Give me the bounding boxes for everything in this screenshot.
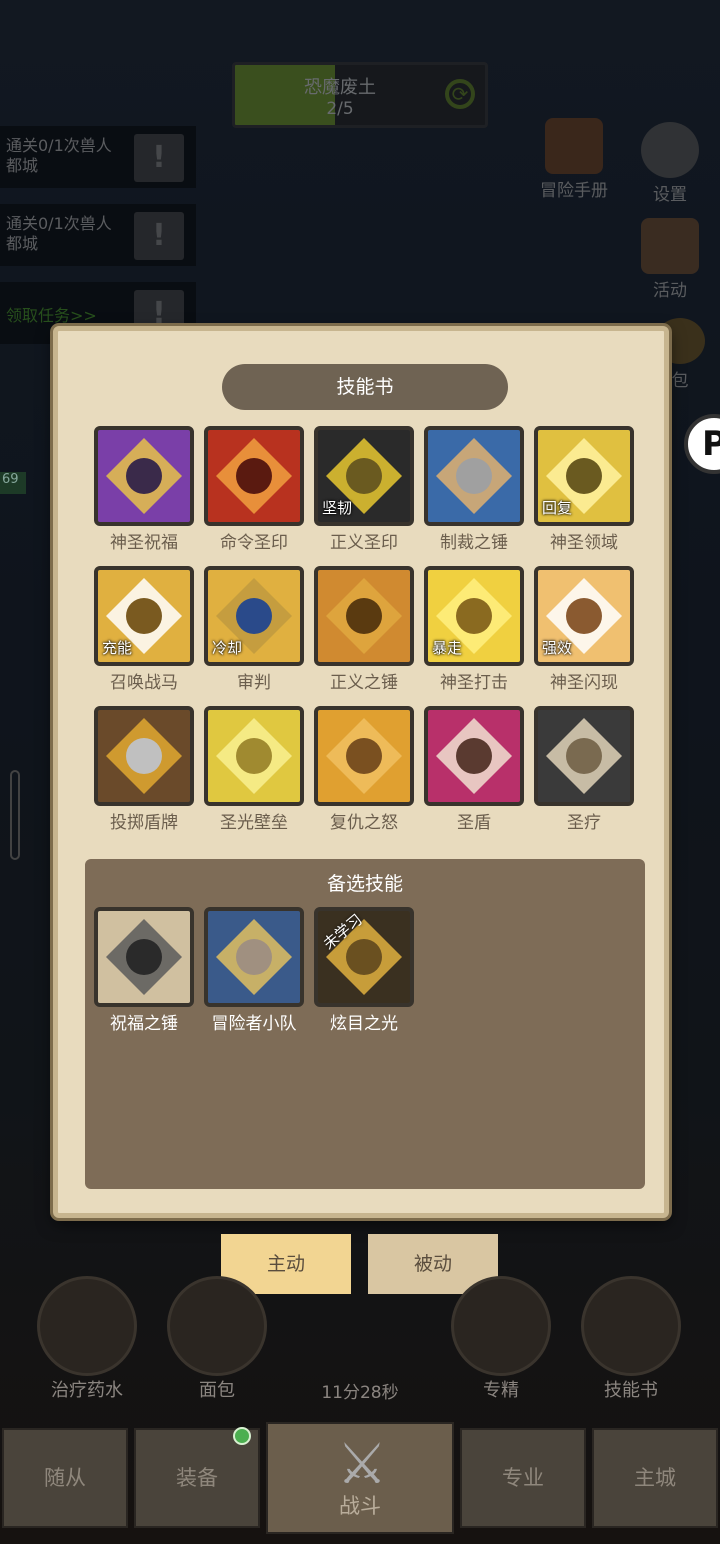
skill-name: 正义之锤 bbox=[330, 673, 398, 693]
skill-name: 正义圣印 bbox=[330, 533, 398, 553]
alternate-skills-panel: 备选技能 祝福之锤 冒险者小队 未学习炫目之光 bbox=[85, 859, 645, 1189]
skill-name: 命令圣印 bbox=[220, 533, 288, 553]
skill-icon[interactable] bbox=[534, 706, 634, 806]
skill-card[interactable]: 复仇之怒 bbox=[314, 706, 414, 833]
skill-name: 神圣闪现 bbox=[550, 673, 618, 693]
skill-icon[interactable] bbox=[94, 706, 194, 806]
skill-name: 冒险者小队 bbox=[211, 1014, 297, 1034]
skillbook-modal: 技能书 神圣祝福 命令圣印 坚韧 正义圣印 制裁之锤 回复 神圣领域 充能 召唤战马 冷却 审判 正义… bbox=[53, 326, 669, 1218]
bread-label: 面包 bbox=[199, 1380, 235, 1401]
specialize-label: 专精 bbox=[483, 1380, 519, 1401]
skill-icon[interactable]: 回复 bbox=[534, 426, 634, 526]
skill-modifier-label: 暴走 bbox=[432, 639, 463, 657]
skill-name: 制裁之锤 bbox=[440, 533, 508, 553]
skill-name: 祝福之锤 bbox=[110, 1014, 178, 1034]
skill-name: 圣光壁垒 bbox=[220, 813, 288, 833]
skill-modifier-label: 强效 bbox=[542, 639, 573, 657]
skill-name: 圣疗 bbox=[567, 813, 601, 833]
skill-card[interactable]: 回复神圣领域 bbox=[534, 426, 634, 553]
skill-icon[interactable] bbox=[314, 566, 414, 666]
skill-icon[interactable]: 冷却 bbox=[204, 566, 304, 666]
skill-icon[interactable] bbox=[204, 706, 304, 806]
skill-card[interactable]: 正义之锤 bbox=[314, 566, 414, 693]
book-icon bbox=[581, 1276, 681, 1376]
skill-icon[interactable] bbox=[94, 907, 194, 1007]
skill-modifier-label: 冷却 bbox=[212, 639, 243, 657]
skill-name: 召唤战马 bbox=[110, 673, 178, 693]
skill-modifier-label: 充能 bbox=[102, 639, 133, 657]
skill-icon[interactable]: 暴走 bbox=[424, 566, 524, 666]
potion-button[interactable]: 治疗药水 bbox=[32, 1276, 142, 1402]
nav-battle[interactable]: ⚔ 战斗 bbox=[266, 1422, 454, 1534]
chest-timer: 11分28秒 bbox=[321, 1383, 399, 1403]
skill-icon[interactable]: 坚韧 bbox=[314, 426, 414, 526]
skill-name: 审判 bbox=[237, 673, 271, 693]
skill-card[interactable]: 冷却审判 bbox=[204, 566, 304, 693]
potion-label: 治疗药水 bbox=[51, 1380, 123, 1401]
skillbook-label: 技能书 bbox=[604, 1380, 658, 1401]
bread-icon bbox=[167, 1276, 267, 1376]
skill-card[interactable]: 未学习 炫目之光 bbox=[314, 907, 414, 1034]
skill-card[interactable]: 充能召唤战马 bbox=[94, 566, 194, 693]
skill-card[interactable]: 冒险者小队 bbox=[204, 907, 304, 1034]
skill-card[interactable]: 制裁之锤 bbox=[424, 426, 524, 553]
nav-battle-label: 战斗 bbox=[339, 1494, 381, 1518]
specialize-button[interactable]: 专精 bbox=[446, 1276, 556, 1402]
skill-icon[interactable] bbox=[424, 426, 524, 526]
alternate-skills-title: 备选技能 bbox=[326, 873, 403, 895]
skill-card[interactable]: 圣盾 bbox=[424, 706, 524, 833]
skill-icon[interactable] bbox=[424, 706, 524, 806]
skill-card[interactable]: 暴走神圣打击 bbox=[424, 566, 524, 693]
skill-card[interactable]: 坚韧正义圣印 bbox=[314, 426, 414, 553]
skill-icon[interactable] bbox=[314, 706, 414, 806]
skill-card[interactable]: 投掷盾牌 bbox=[94, 706, 194, 833]
skillbook-button[interactable]: 技能书 bbox=[576, 1276, 686, 1402]
skill-card[interactable]: 神圣祝福 bbox=[94, 426, 194, 553]
skill-modifier-label: 回复 bbox=[542, 499, 573, 517]
nav-followers[interactable]: 随从 bbox=[2, 1428, 128, 1528]
skill-card[interactable]: 命令圣印 bbox=[204, 426, 304, 553]
skill-card[interactable]: 强效神圣闪现 bbox=[534, 566, 634, 693]
specialize-icon bbox=[451, 1276, 551, 1376]
bread-button[interactable]: 面包 bbox=[162, 1276, 272, 1402]
skill-card[interactable]: 圣疗 bbox=[534, 706, 634, 833]
skill-card[interactable]: 祝福之锤 bbox=[94, 907, 194, 1034]
skill-icon[interactable]: 未学习 bbox=[314, 907, 414, 1007]
nav-main-city[interactable]: 主城 bbox=[592, 1428, 718, 1528]
skill-modifier-label: 坚韧 bbox=[322, 499, 353, 517]
skill-name: 神圣领域 bbox=[550, 533, 618, 553]
skill-icon[interactable] bbox=[94, 426, 194, 526]
skill-icon[interactable] bbox=[204, 426, 304, 526]
skill-name: 神圣祝福 bbox=[110, 533, 178, 553]
skill-name: 圣盾 bbox=[457, 813, 491, 833]
modal-title: 技能书 bbox=[222, 364, 508, 410]
skill-icon[interactable]: 充能 bbox=[94, 566, 194, 666]
skill-icon[interactable]: 强效 bbox=[534, 566, 634, 666]
notification-badge bbox=[233, 1427, 251, 1445]
skill-name: 神圣打击 bbox=[440, 673, 508, 693]
nav-profession[interactable]: 专业 bbox=[460, 1428, 586, 1528]
skill-name: 炫目之光 bbox=[330, 1014, 398, 1034]
skill-name: 复仇之怒 bbox=[330, 813, 398, 833]
potion-icon bbox=[37, 1276, 137, 1376]
skill-name: 投掷盾牌 bbox=[110, 813, 178, 833]
skill-card[interactable]: 圣光壁垒 bbox=[204, 706, 304, 833]
skill-icon[interactable] bbox=[204, 907, 304, 1007]
